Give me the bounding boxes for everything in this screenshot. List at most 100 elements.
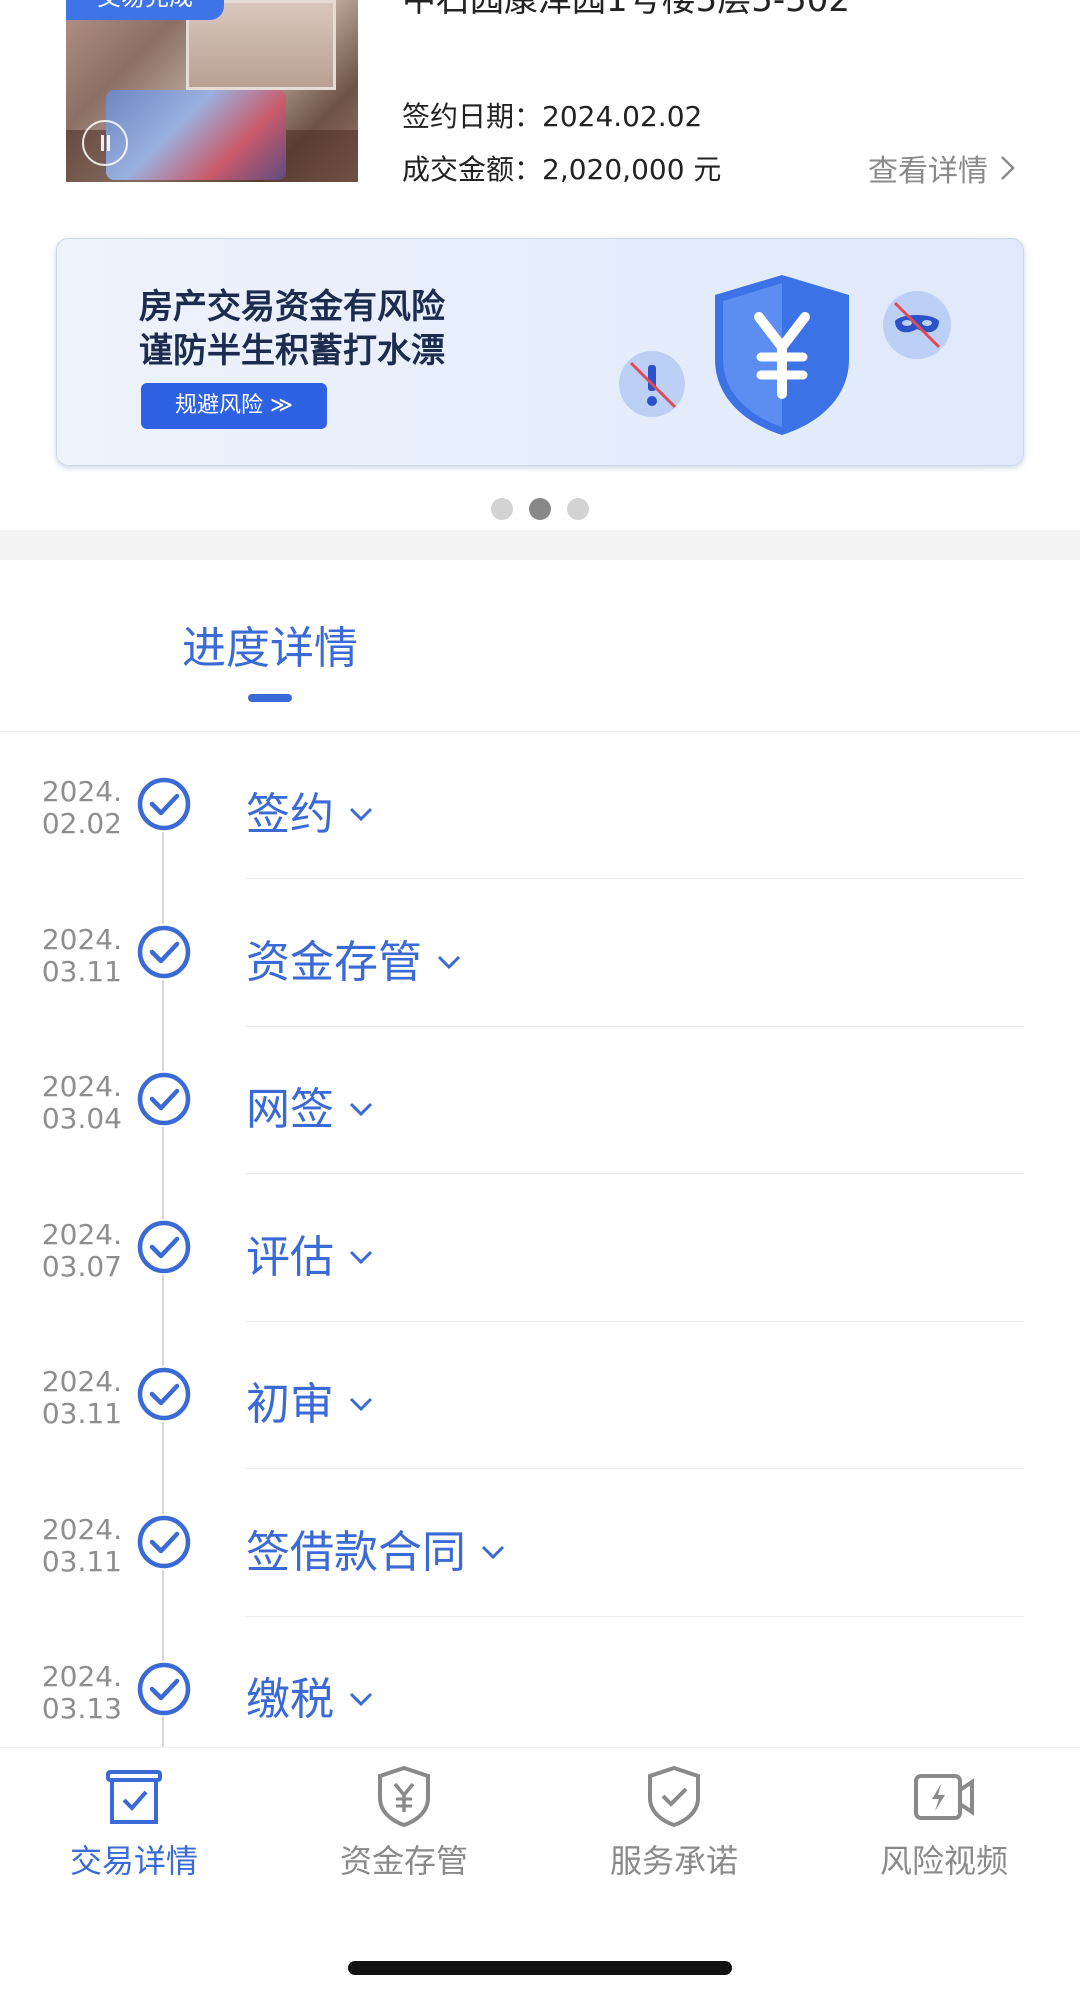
- alert-icon: [619, 351, 685, 417]
- progress-timeline: 2024. 02.02 签约 2024. 03.11 资金存管 2024. 03.04 网签 20…: [0, 732, 1080, 1747]
- timeline-date-monthday: 03.13: [41, 1692, 122, 1725]
- timeline-date-monthday: 03.11: [41, 1397, 122, 1430]
- timeline-date-year: 2024.: [41, 1660, 122, 1693]
- thumbnail-bed: [106, 90, 286, 180]
- view-detail-label: 查看详情: [868, 154, 988, 189]
- tab-progress-detail[interactable]: 进度详情: [182, 612, 358, 676]
- timeline-step-toggle[interactable]: 签约: [246, 778, 374, 842]
- timeline-date-monthday: 03.07: [41, 1249, 122, 1283]
- timeline-date: 2024. 03.13: [20, 1661, 122, 1725]
- box-check-icon: [106, 1770, 162, 1824]
- timeline-item[interactable]: 2024. 03.13 缴税: [0, 1617, 1080, 1747]
- banner-subheadline: 谨防半生积蓄打水漂: [139, 331, 445, 371]
- property-title: 中石园康泽园1号楼5层5-502: [402, 0, 851, 20]
- timeline-step-label: 缴税: [246, 1674, 334, 1725]
- timeline-date: 2024. 03.11: [20, 1366, 122, 1430]
- shield-check-icon: [648, 1765, 700, 1828]
- property-card[interactable]: 交易完成 中石园康泽园1号楼5层5-502 签约日期：2024.02.02 成交…: [0, 0, 1080, 215]
- video-lightning-icon: [914, 1774, 974, 1820]
- check-circle-icon: [136, 1513, 192, 1570]
- status-badge: 交易完成: [66, 0, 224, 20]
- banner-pagination: [0, 498, 1080, 520]
- timeline-step-toggle[interactable]: 缴税: [246, 1663, 374, 1727]
- timeline-date-monthday: 02.02: [41, 807, 122, 840]
- view-detail-link[interactable]: 查看详情: [868, 146, 1018, 190]
- sign-date-row: 签约日期：2024.02.02: [402, 95, 702, 135]
- chevron-down-icon: [349, 807, 373, 822]
- timeline-step-label: 签借款合同: [246, 1526, 466, 1578]
- timeline-step-label: 初审: [246, 1379, 334, 1430]
- sign-date-label: 签约日期：: [402, 100, 543, 133]
- timeline-item[interactable]: 2024. 02.02 签约: [0, 732, 1080, 879]
- banner-headline: 房产交易资金有风险: [139, 287, 445, 327]
- timeline-date-year: 2024.: [41, 775, 122, 808]
- check-circle-icon: [136, 1366, 192, 1422]
- risk-banner[interactable]: 房产交易资金有风险 谨防半生积蓄打水漂 规避风险 ≫: [56, 238, 1024, 466]
- timeline-step-toggle[interactable]: 评估: [246, 1221, 374, 1285]
- timeline-step-label: 网签: [246, 1084, 334, 1135]
- timeline-step-label: 签约: [246, 789, 334, 840]
- property-thumbnail[interactable]: 交易完成: [66, 0, 358, 182]
- chevron-down-icon: [437, 955, 461, 969]
- timeline-date-monthday: 03.11: [41, 1544, 122, 1578]
- timeline-date-year: 2024.: [41, 1217, 122, 1251]
- nav-service-promise[interactable]: 服务承诺: [554, 1762, 794, 1882]
- timeline-item[interactable]: 2024. 03.11 初审: [0, 1322, 1080, 1469]
- tab-active-indicator: [248, 694, 292, 702]
- timeline-step-toggle[interactable]: 签借款合同: [246, 1516, 506, 1580]
- bottom-nav: 交易详情 资金存管 服务承诺 风险视频: [0, 1747, 1080, 1887]
- section-separator: [0, 530, 1080, 560]
- timeline-date: 2024. 02.02: [20, 776, 122, 840]
- amount-value: 2,020,000 元: [542, 153, 722, 186]
- pagination-dot[interactable]: [567, 498, 589, 520]
- timeline-date: 2024. 03.04: [20, 1071, 122, 1135]
- avoid-risk-button[interactable]: 规避风险 ≫: [141, 383, 327, 429]
- check-circle-icon: [136, 923, 192, 980]
- chevron-down-icon: [349, 1397, 373, 1412]
- check-circle-icon: [136, 1218, 192, 1275]
- check-circle-icon: [136, 776, 192, 832]
- timeline-date-year: 2024.: [41, 1070, 122, 1103]
- check-circle-icon: [136, 1071, 192, 1127]
- amount-label: 成交金额：: [402, 153, 543, 186]
- pagination-dot-active[interactable]: [529, 498, 551, 520]
- nav-label: 服务承诺: [609, 1842, 738, 1880]
- timeline-date-monthday: 03.11: [41, 954, 122, 988]
- nav-label: 风险视频: [879, 1842, 1008, 1880]
- timeline-step-toggle[interactable]: 网签: [246, 1073, 374, 1137]
- shield-yuan-icon: [378, 1765, 430, 1828]
- home-indicator: [348, 1961, 732, 1975]
- nav-risk-video[interactable]: 风险视频: [824, 1762, 1064, 1882]
- chevron-down-icon: [349, 1102, 373, 1117]
- chevron-right-icon: [1001, 156, 1015, 180]
- timeline-date-monthday: 03.04: [41, 1102, 122, 1135]
- timeline-date: 2024. 03.11: [20, 1512, 122, 1578]
- timeline-date: 2024. 03.11: [20, 922, 122, 988]
- timeline-step-toggle[interactable]: 资金存管: [246, 926, 462, 990]
- nav-transaction-detail[interactable]: 交易详情: [14, 1762, 254, 1882]
- chevron-down-icon: [481, 1545, 505, 1559]
- amount-row: 成交金额：2,020,000 元: [402, 148, 721, 188]
- video-pause-icon[interactable]: [82, 120, 128, 166]
- timeline-item[interactable]: 2024. 03.07 评估: [0, 1175, 1080, 1322]
- timeline-step-label: 评估: [246, 1231, 334, 1283]
- timeline-item[interactable]: 2024. 03.04 网签: [0, 1027, 1080, 1174]
- timeline-date-year: 2024.: [41, 1365, 122, 1398]
- timeline-date-year: 2024.: [41, 1512, 122, 1546]
- timeline-item[interactable]: 2024. 03.11 签借款合同: [0, 1470, 1080, 1617]
- nav-fund-custody[interactable]: 资金存管: [284, 1762, 524, 1882]
- sign-date-value: 2024.02.02: [542, 100, 703, 133]
- nav-label: 资金存管: [339, 1842, 468, 1880]
- timeline-item[interactable]: 2024. 03.11 资金存管: [0, 880, 1080, 1027]
- timeline-step-toggle[interactable]: 初审: [246, 1368, 374, 1432]
- timeline-date: 2024. 03.07: [20, 1217, 122, 1283]
- timeline-date-year: 2024.: [41, 922, 122, 956]
- chevron-down-icon: [349, 1250, 373, 1264]
- nav-label: 交易详情: [69, 1842, 198, 1880]
- chevron-down-icon: [349, 1692, 373, 1707]
- shield-yuan-icon: [715, 275, 849, 435]
- pagination-dot[interactable]: [491, 498, 513, 520]
- mask-icon: [883, 291, 951, 359]
- timeline-step-label: 资金存管: [246, 936, 422, 988]
- check-circle-icon: [136, 1661, 192, 1717]
